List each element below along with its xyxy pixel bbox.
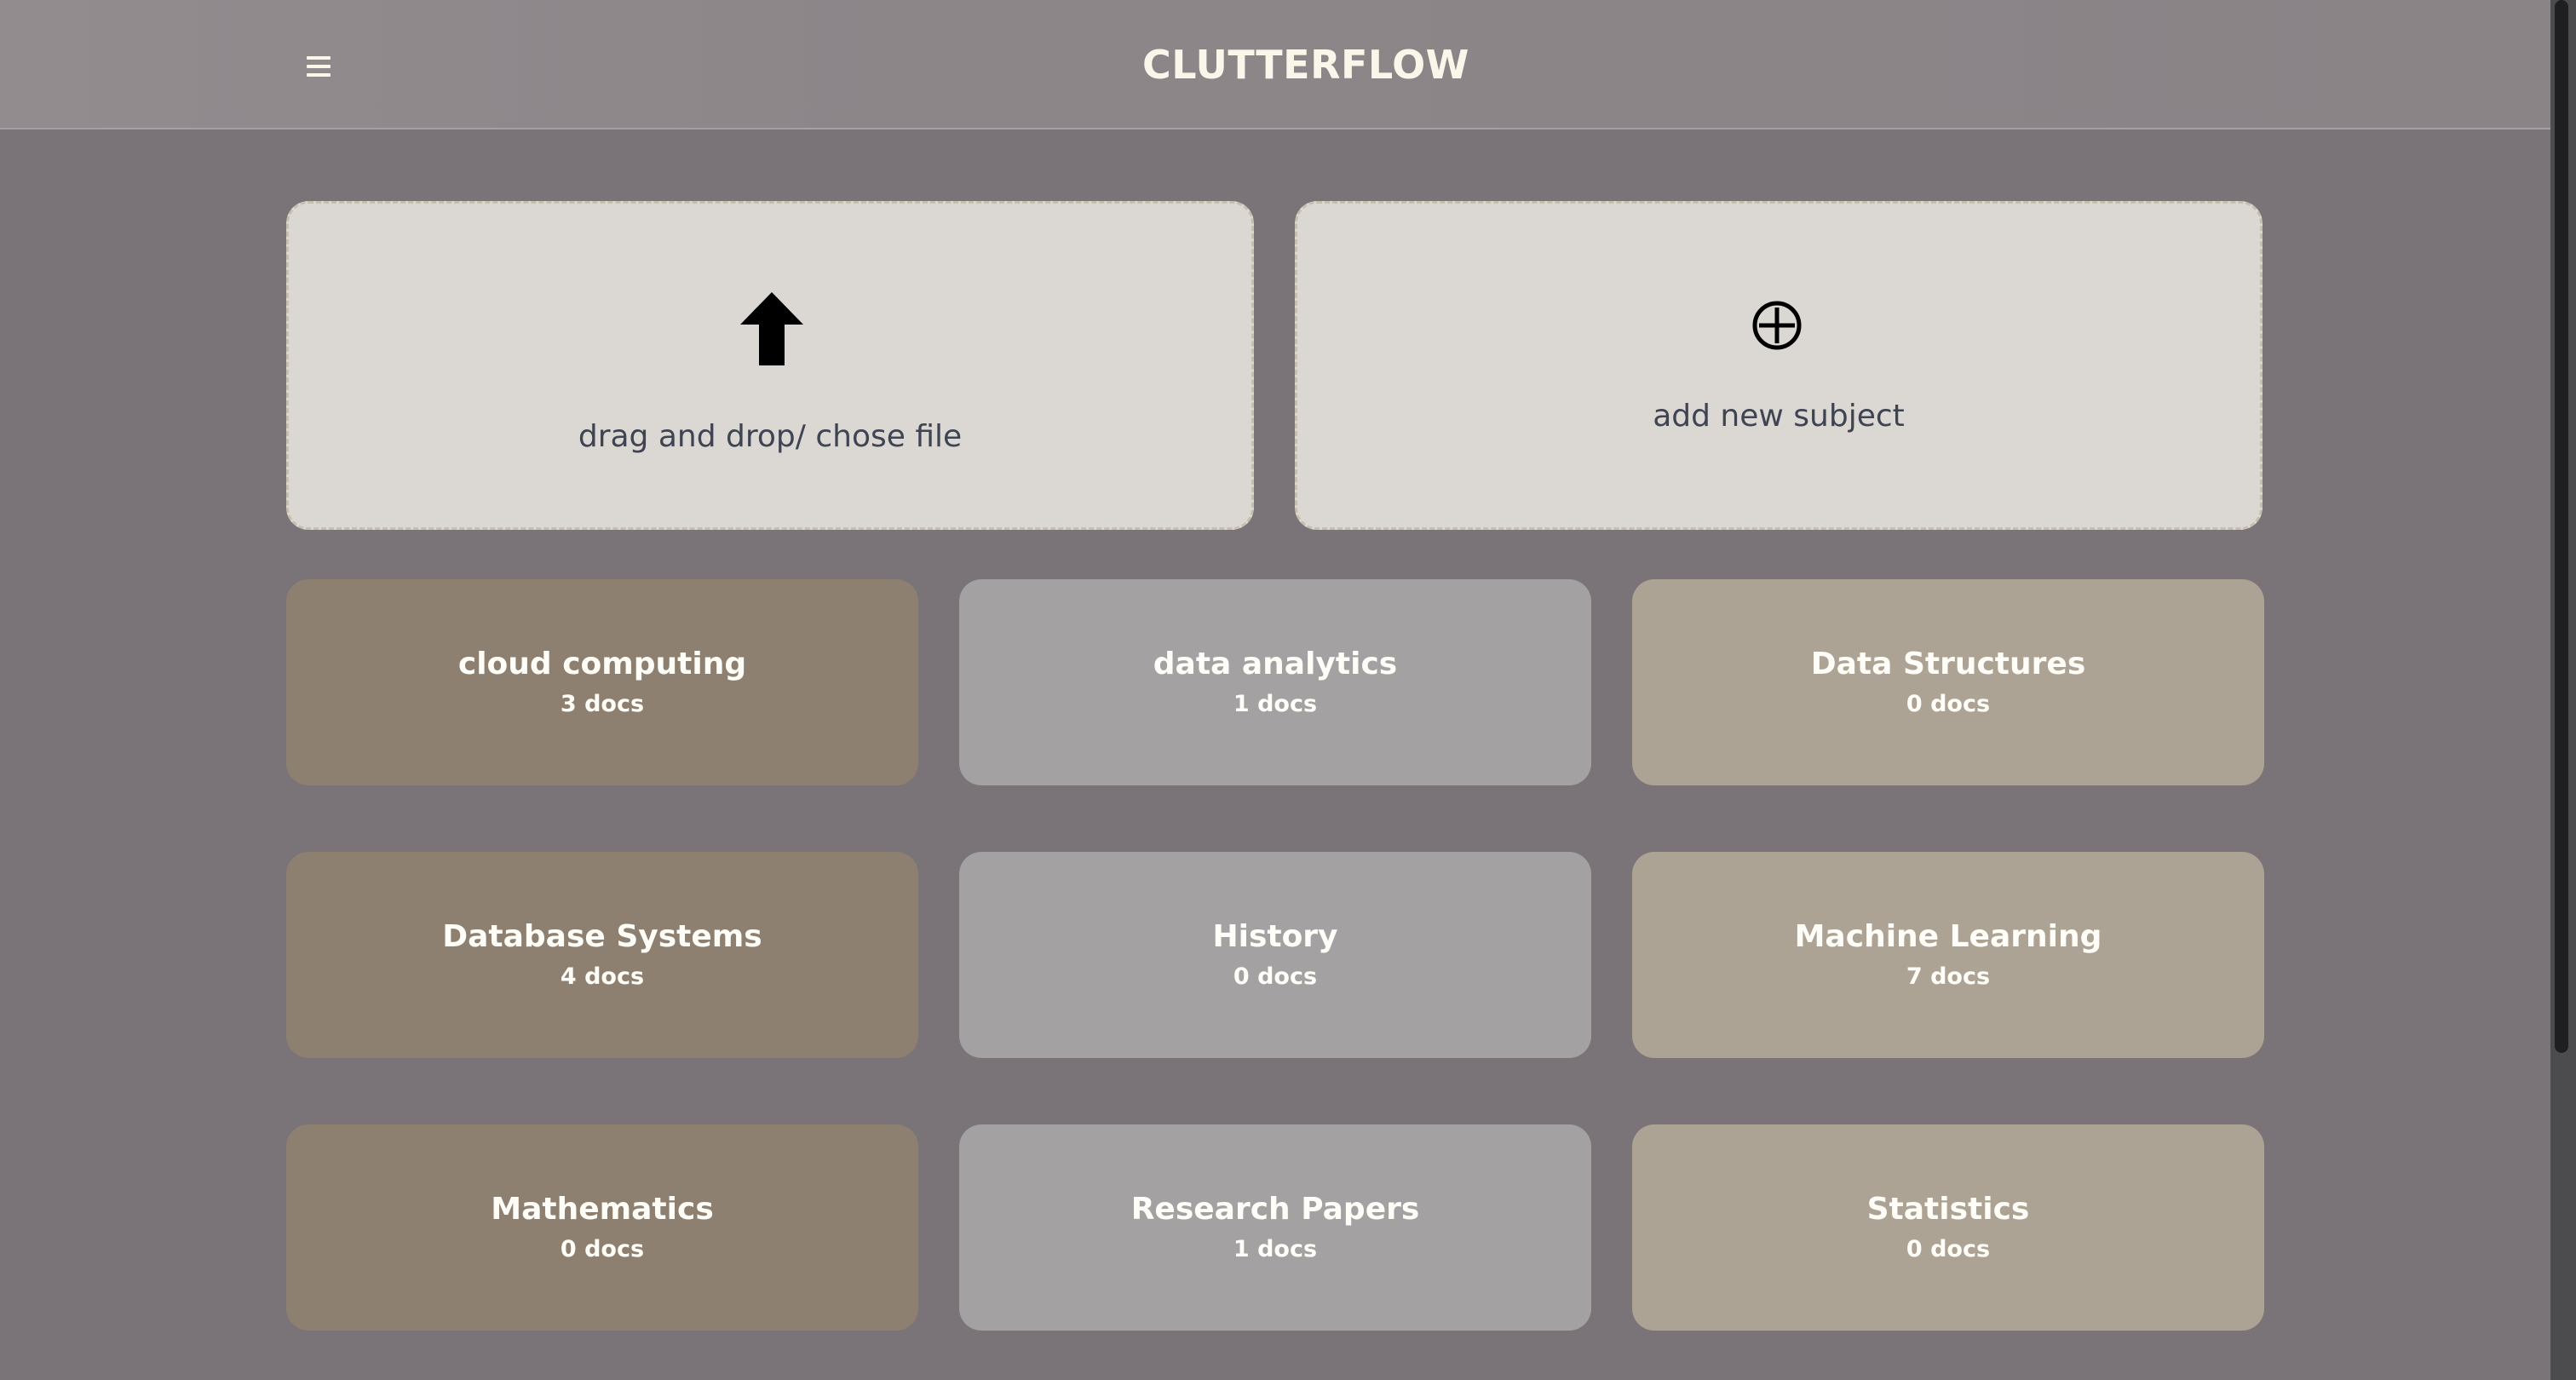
subject-doc-count: 7 docs bbox=[1906, 963, 1991, 990]
subject-card[interactable]: data analytics 1 docs bbox=[959, 579, 1591, 785]
subject-name: Research Papers bbox=[1130, 1192, 1420, 1227]
subject-doc-count: 1 docs bbox=[1233, 691, 1318, 717]
subject-doc-count: 3 docs bbox=[560, 691, 645, 717]
menu-icon-line bbox=[307, 56, 331, 60]
scrollbar-thumb[interactable] bbox=[2555, 0, 2568, 1053]
subject-doc-count: 0 docs bbox=[560, 1236, 645, 1262]
subject-name: History bbox=[1212, 919, 1338, 954]
subject-name: Database Systems bbox=[442, 919, 762, 954]
menu-icon[interactable] bbox=[295, 44, 342, 89]
subject-card[interactable]: Machine Learning 7 docs bbox=[1632, 852, 2264, 1058]
subject-grid: cloud computing 3 docs data analytics 1 … bbox=[286, 579, 2264, 1331]
subject-card[interactable]: Statistics 0 docs bbox=[1632, 1124, 2264, 1331]
subject-card[interactable]: Database Systems 4 docs bbox=[286, 852, 918, 1058]
subject-name: Mathematics bbox=[491, 1192, 714, 1227]
top-header: CLUTTERFLOW bbox=[0, 0, 2550, 129]
app-window: CLUTTERFLOW drag and drop/ chose file ad… bbox=[0, 0, 2550, 1380]
upload-arrow-shaft bbox=[759, 324, 785, 365]
subject-doc-count: 0 docs bbox=[1906, 691, 1991, 717]
menu-icon-line bbox=[307, 65, 331, 68]
add-subject-label: add new subject bbox=[1653, 399, 1905, 434]
add-circle-icon bbox=[1752, 301, 1802, 350]
menu-icon-line bbox=[307, 73, 331, 77]
add-subject-card[interactable]: add new subject bbox=[1295, 201, 2263, 530]
subject-doc-count: 4 docs bbox=[560, 963, 645, 990]
subject-card[interactable]: Research Papers 1 docs bbox=[959, 1124, 1591, 1331]
upload-label: drag and drop/ chose file bbox=[578, 419, 963, 454]
upload-dropzone[interactable]: drag and drop/ chose file bbox=[286, 201, 1254, 530]
app-title: CLUTTERFLOW bbox=[1142, 42, 1469, 88]
subject-card[interactable]: Data Structures 0 docs bbox=[1632, 579, 2264, 785]
subject-name: Statistics bbox=[1866, 1192, 2030, 1227]
subject-card[interactable]: Mathematics 0 docs bbox=[286, 1124, 918, 1331]
vertical-scrollbar[interactable] bbox=[2550, 0, 2576, 1380]
subject-name: Data Structures bbox=[1810, 647, 2086, 681]
subject-name: Machine Learning bbox=[1794, 919, 2102, 954]
subject-name: cloud computing bbox=[457, 647, 747, 681]
upload-arrow-head bbox=[740, 292, 803, 325]
subject-doc-count: 1 docs bbox=[1233, 1236, 1318, 1262]
subject-card[interactable]: History 0 docs bbox=[959, 852, 1591, 1058]
subject-card[interactable]: cloud computing 3 docs bbox=[286, 579, 918, 785]
subject-name: data analytics bbox=[1153, 647, 1398, 681]
upload-arrow-icon bbox=[740, 292, 803, 365]
subject-doc-count: 0 docs bbox=[1233, 963, 1318, 990]
subject-doc-count: 0 docs bbox=[1906, 1236, 1991, 1262]
